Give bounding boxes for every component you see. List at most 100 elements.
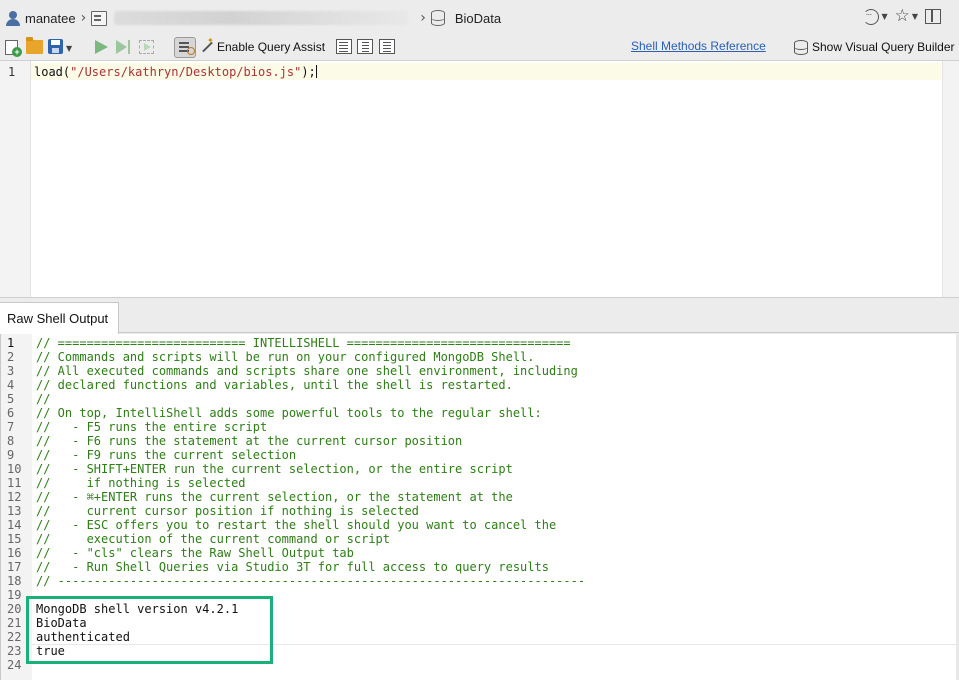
star-icon[interactable]: ☆ xyxy=(895,8,910,25)
tab-raw-shell-output[interactable]: Raw Shell Output xyxy=(0,302,119,334)
chevron-right-icon: › xyxy=(420,10,426,26)
output-line-number: 18 xyxy=(7,574,22,588)
output-line-text: // - Run Shell Queries via Studio 3T for… xyxy=(36,560,549,574)
enable-query-assist-button[interactable]: Enable Query Assist xyxy=(217,40,325,54)
output-line-number: 13 xyxy=(7,504,22,518)
output-line-number: 15 xyxy=(7,532,22,546)
output-line-text: // - ESC offers you to restart the shell… xyxy=(36,518,557,532)
outdent-icon[interactable] xyxy=(379,39,395,54)
run-statement-bar-icon xyxy=(128,40,130,54)
output-line: 5 // xyxy=(1,392,959,406)
script-editor[interactable]: 1 load("/Users/kathryn/Desktop/bios.js")… xyxy=(0,60,959,298)
output-line-text: // ========================== INTELLISHE… xyxy=(36,336,571,350)
output-line: 7 // - F5 runs the entire script xyxy=(1,420,959,434)
output-line-number: 6 xyxy=(7,406,15,420)
output-line: 16 // - "cls" clears the Raw Shell Output… xyxy=(1,546,959,560)
output-line-text: // - F6 runs the statement at the curren… xyxy=(36,434,463,448)
format-code-icon[interactable] xyxy=(336,39,352,54)
connection-icon xyxy=(91,10,108,26)
output-line: 8 // - F6 runs the statement at the curre… xyxy=(1,434,959,448)
output-line-text: // - ⌘+ENTER runs the current selection,… xyxy=(36,490,513,504)
output-line: 17 // - Run Shell Queries via Studio 3T f… xyxy=(1,560,959,574)
history-icon[interactable] xyxy=(863,8,880,25)
output-line: 15 // execution of the current command or… xyxy=(1,532,959,546)
output-line: 13 // current cursor position if nothing … xyxy=(1,504,959,518)
show-visual-query-builder-button[interactable]: Show Visual Query Builder xyxy=(812,40,955,54)
output-line-text: // execution of the current command or s… xyxy=(36,532,391,546)
editor-scrollbar[interactable] xyxy=(942,61,959,297)
breadcrumb-user-label: manatee xyxy=(25,10,76,26)
output-line-number: 19 xyxy=(7,588,22,602)
save-icon[interactable] xyxy=(48,39,63,54)
visual-query-builder-icon[interactable] xyxy=(794,40,808,55)
output-line-text: // On top, IntelliShell adds some powerf… xyxy=(36,406,542,420)
editor-line-number: 1 xyxy=(8,65,16,79)
output-line-number: 4 xyxy=(7,378,15,392)
shell-methods-reference-link[interactable]: Shell Methods Reference xyxy=(631,39,766,53)
output-line-number: 20 xyxy=(7,602,22,616)
magic-wand-icon[interactable] xyxy=(200,36,214,54)
output-line: 4 // declared functions and variables, un… xyxy=(1,378,959,392)
save-dropdown-chevron-icon[interactable]: ▼ xyxy=(66,44,72,53)
output-line-number: 23 xyxy=(7,644,22,658)
output-line-number: 8 xyxy=(7,434,15,448)
output-line-number: 1 xyxy=(7,336,15,350)
output-line-text: // - SHIFT+ENTER run the current selecti… xyxy=(36,462,513,476)
output-line-text: // - "cls" clears the Raw Shell Output t… xyxy=(36,546,354,560)
breadcrumb-connection-redacted[interactable] xyxy=(114,11,409,25)
open-folder-icon[interactable] xyxy=(26,37,43,54)
split-pane-icon[interactable] xyxy=(925,9,941,24)
output-line-number: 11 xyxy=(7,476,22,490)
output-line-text: // - F5 runs the entire script xyxy=(36,420,268,434)
chevron-down-icon[interactable]: ▼ xyxy=(912,12,918,21)
output-line-text: // if nothing is selected xyxy=(36,476,246,490)
output-tab-bar: Raw Shell Output xyxy=(0,302,959,334)
output-line-text: // All executed commands and scripts sha… xyxy=(36,364,578,378)
output-line-number: 3 xyxy=(7,364,15,378)
output-line-number: 14 xyxy=(7,518,22,532)
editor-code-line[interactable]: load("/Users/kathryn/Desktop/bios.js"); xyxy=(34,65,317,79)
output-line: 1 // ========================== INTELLISH… xyxy=(1,336,959,350)
text-caret xyxy=(315,65,317,78)
run-script-icon[interactable] xyxy=(95,40,108,54)
output-line: 12 // - ⌘+ENTER runs the current selectio… xyxy=(1,490,959,504)
output-line-text: // xyxy=(36,392,51,406)
output-line-number: 16 xyxy=(7,546,22,560)
output-line-number: 5 xyxy=(7,392,15,406)
output-line-text: // current cursor position if nothing is… xyxy=(36,504,419,518)
output-line: 10 // - SHIFT+ENTER run the current selec… xyxy=(1,462,959,476)
query-assist-toggle-icon[interactable] xyxy=(174,37,196,58)
run-statement-icon[interactable] xyxy=(116,40,127,54)
code-call: load( xyxy=(34,65,71,79)
run-selection-icon[interactable] xyxy=(139,40,154,54)
indent-icon[interactable] xyxy=(357,39,373,54)
output-line-number: 17 xyxy=(7,560,22,574)
chevron-right-icon: › xyxy=(80,10,87,26)
user-icon xyxy=(6,10,20,26)
output-line-text: // -------------------------------------… xyxy=(36,574,586,588)
chevron-down-icon[interactable]: ▼ xyxy=(881,12,887,21)
output-line: 6 // On top, IntelliShell adds some power… xyxy=(1,406,959,420)
output-line-number: 21 xyxy=(7,616,22,630)
breadcrumb-database-label[interactable]: BioData xyxy=(455,11,501,26)
editor-gutter xyxy=(0,61,31,297)
output-line: 3 // All executed commands and scripts sh… xyxy=(1,364,959,378)
output-line: 14 // - ESC offers you to restart the she… xyxy=(1,518,959,532)
output-line-text: // Commands and scripts will be run on y… xyxy=(36,350,535,364)
output-line-number: 2 xyxy=(7,350,15,364)
output-line-text: // declared functions and variables, unt… xyxy=(36,378,513,392)
output-line: 18 // -----------------------------------… xyxy=(1,574,959,588)
code-string: "/Users/kathryn/Desktop/bios.js" xyxy=(70,65,302,79)
output-line: 2 // Commands and scripts will be run on … xyxy=(1,350,959,364)
code-suffix: ); xyxy=(301,65,316,79)
output-line-number: 24 xyxy=(7,658,22,672)
output-line-number: 12 xyxy=(7,490,22,504)
output-line-number: 22 xyxy=(7,630,22,644)
output-line: 9 // - F9 runs the current selection xyxy=(1,448,959,462)
database-icon xyxy=(430,10,445,26)
breadcrumb-user[interactable]: manatee xyxy=(6,10,76,26)
output-line: 11 // if nothing is selected xyxy=(1,476,959,490)
output-line-number: 10 xyxy=(7,462,22,476)
add-script-tab-icon[interactable]: + xyxy=(5,39,23,57)
output-line-number: 7 xyxy=(7,420,15,434)
